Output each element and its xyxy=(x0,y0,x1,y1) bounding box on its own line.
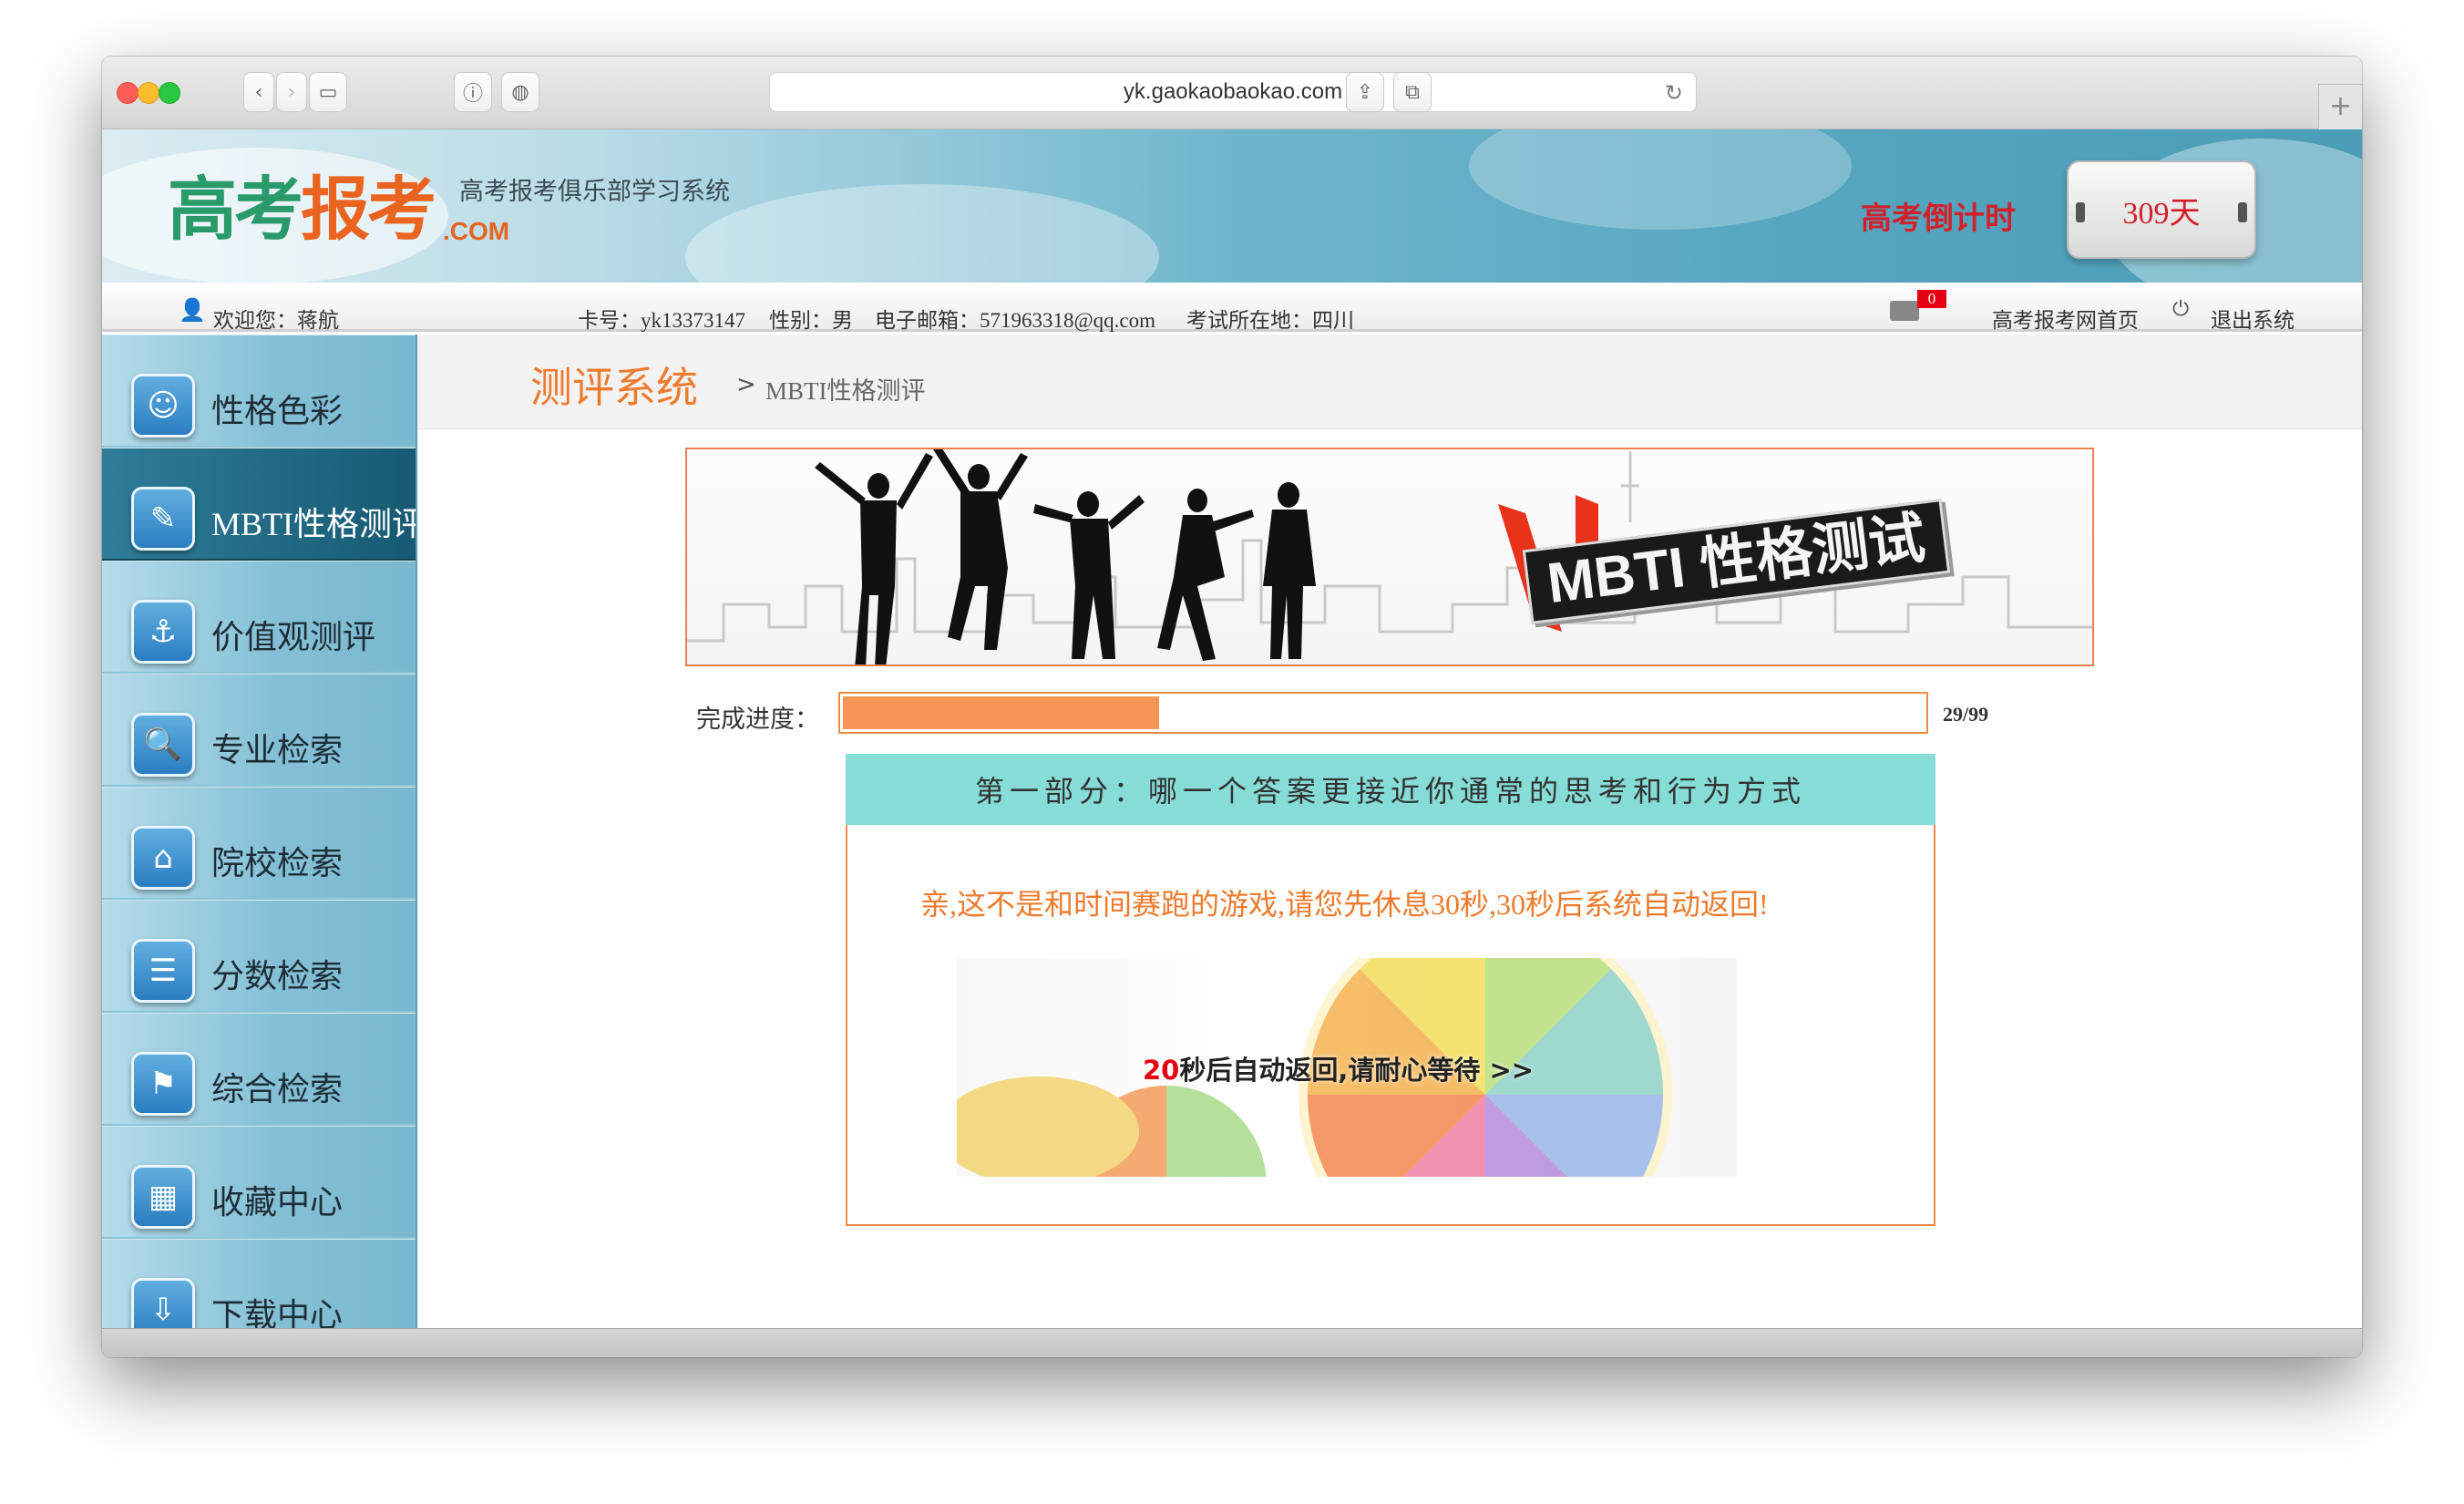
user-info-bar: 👤 欢迎您：蒋航 卡号：yk13373147 性别：男 电子邮箱：5719633… xyxy=(102,283,2362,332)
countdown-box: 309天 xyxy=(2067,160,2256,259)
countdown-label: 高考倒计时 xyxy=(1861,201,2016,237)
reload-icon[interactable]: ↻ xyxy=(1665,80,1683,106)
progress-label: 完成进度： xyxy=(696,706,819,733)
sidebar-icon: ▭ xyxy=(318,80,338,104)
sidebar-item-mbti[interactable]: ✎ MBTI性格测评 xyxy=(102,448,417,561)
back-button[interactable]: ‹ xyxy=(243,72,274,112)
question-panel: 亲,这不是和时间赛跑的游戏,请您先休息30秒,30秒后系统自动返回! 20秒后自… xyxy=(846,825,1935,1226)
zoom-window-button[interactable] xyxy=(159,82,180,104)
sidebar-item-label: 院校检索 xyxy=(211,845,344,881)
forward-icon: › xyxy=(287,80,296,104)
new-tab-button[interactable]: + xyxy=(2318,84,2362,129)
share-button[interactable]: ⇪ xyxy=(1346,72,1384,112)
logout-link[interactable]: 退出系统 xyxy=(2211,303,2295,334)
mail-button[interactable]: 0 xyxy=(1890,290,1946,321)
browser-status-bar xyxy=(102,1328,2362,1357)
mbti-hero-banner: MBTI 性格测试 xyxy=(685,448,2094,666)
share-icon: ⇪ xyxy=(1356,80,1374,104)
sidebar-toggle-button[interactable]: ▭ xyxy=(309,72,347,112)
sidebar-item-label: 下载中心 xyxy=(211,1297,344,1328)
mail-icon xyxy=(1890,301,1919,321)
back-icon: ‹ xyxy=(254,80,263,104)
school-search-icon: ⌂ xyxy=(131,826,195,890)
user-icon: 👤 xyxy=(179,297,206,323)
auto-return-notice: 20秒后自动返回,请耐心等待 >> xyxy=(1143,1049,1534,1087)
email-text: 电子邮箱：571963318@qq.com xyxy=(875,309,1156,332)
sidebar-item-label: 性格色彩 xyxy=(211,393,344,429)
shield-icon: ◍ xyxy=(511,80,529,104)
sidebar-item-favorites[interactable]: ▦ 收藏中心 xyxy=(102,1126,416,1239)
site-slogan: 高考报考俱乐部学习系统 xyxy=(459,178,730,206)
card-number: 卡号：yk13373147 xyxy=(578,309,745,332)
auto-return-text[interactable]: 秒后自动返回,请耐心等待 >> xyxy=(1179,1055,1534,1086)
sidebar-item-personality-color[interactable]: ☺ 性格色彩 xyxy=(102,335,416,448)
site-logo[interactable]: 高考报考 xyxy=(168,171,436,248)
show-tabs-button[interactable]: ⧉ xyxy=(1393,72,1432,112)
rest-message: 亲,这不是和时间赛跑的游戏,请您先休息30秒,30秒后系统自动返回! xyxy=(920,888,1769,921)
sidebar-item-label: 分数检索 xyxy=(211,958,344,994)
welcome-text: 欢迎您：蒋航 xyxy=(213,309,339,332)
section-title: 第一部分：哪一个答案更接近你通常的思考和行为方式 xyxy=(846,754,1935,827)
sidebar-item-major-search[interactable]: 🔍 专业检索 xyxy=(102,674,416,787)
anchor-icon: ⚓ xyxy=(131,600,195,664)
sidebar-item-label: 收藏中心 xyxy=(211,1184,344,1221)
gender-text: 性别：男 xyxy=(769,309,853,332)
download-icon: ⇩ xyxy=(131,1278,195,1328)
info-icon: ⓘ xyxy=(462,83,483,106)
list-icon: ☰ xyxy=(131,939,195,1003)
magnifier-doc-icon: 🔍 xyxy=(131,713,195,777)
sidebar-item-downloads[interactable]: ⇩ 下载中心 xyxy=(102,1239,416,1328)
mail-count-badge: 0 xyxy=(1917,290,1946,308)
reader-button[interactable]: ⓘ xyxy=(454,72,492,112)
address-bar[interactable]: yk.gaokaobaokao.com ↻ xyxy=(769,72,1697,112)
building-icon: ▦ xyxy=(131,1165,195,1229)
sidebar-item-score-search[interactable]: ☰ 分数检索 xyxy=(102,900,416,1013)
home-link[interactable]: 高考报考网首页 xyxy=(1992,303,2139,334)
browser-toolbar: ‹ › ▭ ⓘ ◍ yk.gaokaobaokao.com ↻ ⇪ ⧉ + xyxy=(102,57,2362,129)
url-text: yk.gaokaobaokao.com xyxy=(1123,79,1343,104)
browser-window: ‹ › ▭ ⓘ ◍ yk.gaokaobaokao.com ↻ ⇪ ⧉ + 高考… xyxy=(102,57,2362,1357)
exam-location: 考试所在地：四川 xyxy=(1186,309,1354,332)
progress-bar xyxy=(838,692,1928,734)
progress-fill xyxy=(843,696,1159,729)
privacy-button[interactable]: ◍ xyxy=(501,72,539,112)
site-logo-suffix: .COM xyxy=(443,217,510,245)
main-content: 测评系统 > MBTI性格测评 MBTI 性格测试 完成进度： 29/99 第一… xyxy=(417,335,2362,1328)
site-banner: 高考报考 .COM 高考报考俱乐部学习系统 高考倒计时 309天 xyxy=(102,129,2362,283)
breadcrumb-separator: > xyxy=(736,371,756,398)
breadcrumb-current: MBTI性格测评 xyxy=(765,377,926,405)
new-tab-icon: + xyxy=(2328,90,2353,122)
feather-icon: ✎ xyxy=(131,487,195,551)
close-window-button[interactable] xyxy=(117,82,139,104)
sidebar-item-label: 综合检索 xyxy=(211,1071,344,1107)
sidebar-item-values[interactable]: ⚓ 价值观测评 xyxy=(102,561,416,674)
sidebar-menu: ☺ 性格色彩 ✎ MBTI性格测评 ⚓ 价值观测评 🔍 专业检索 ⌂ 院校检索 … xyxy=(102,335,417,1328)
breadcrumb: 测评系统 > MBTI性格测评 xyxy=(417,335,2362,429)
signpost-icon: ⚑ xyxy=(131,1052,195,1116)
page-title: 测评系统 xyxy=(530,365,698,411)
countdown-seconds: 20 xyxy=(1143,1055,1180,1086)
forward-button[interactable]: › xyxy=(276,72,307,112)
sidebar-item-label: 专业检索 xyxy=(211,732,344,768)
citrus-image: 20秒后自动返回,请耐心等待 >> xyxy=(957,958,1737,1177)
sidebar-item-school-search[interactable]: ⌂ 院校检索 xyxy=(102,787,416,900)
mask-icon: ☺ xyxy=(131,374,195,438)
tabs-icon: ⧉ xyxy=(1405,80,1420,104)
minimize-window-button[interactable] xyxy=(138,82,159,104)
power-icon: ⏻ xyxy=(2172,297,2190,321)
sidebar-item-label: 价值观测评 xyxy=(211,619,376,655)
sidebar-item-label: MBTI性格测评 xyxy=(211,506,417,542)
progress-count: 29/99 xyxy=(1943,703,1989,726)
sidebar-item-combined-search[interactable]: ⚑ 综合检索 xyxy=(102,1013,416,1126)
countdown-value: 309天 xyxy=(2122,196,2201,231)
